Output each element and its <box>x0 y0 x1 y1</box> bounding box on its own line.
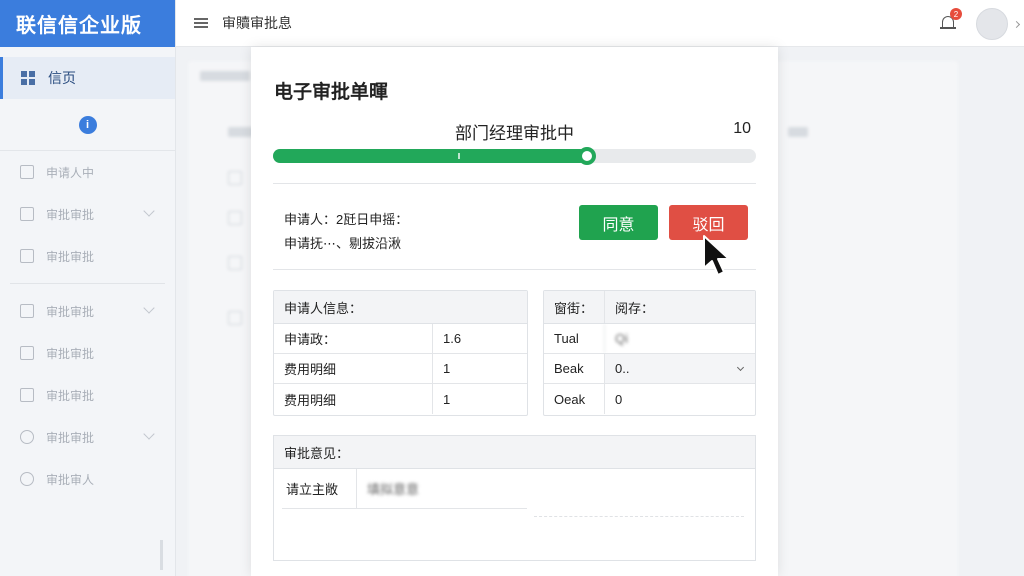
sidebar-item-1[interactable]: 申请人中 <box>0 151 175 193</box>
chevron-down-icon <box>143 205 155 217</box>
table-cell-value[interactable]: 1 <box>432 384 527 414</box>
table-cell-label: Tual <box>554 331 579 346</box>
applicant-line-1: 申请人：2瓩日申摇： <box>284 212 409 227</box>
sidebar-item-7[interactable]: 审批审批 <box>0 416 175 458</box>
table-header: 申请人信息： <box>274 291 527 324</box>
table-cell-label: 费用明细 <box>284 392 337 408</box>
sidebar-item-3[interactable]: 审批审批 <box>0 235 175 277</box>
table-cell-value[interactable]: 1 <box>432 354 527 383</box>
edit-icon <box>20 304 34 318</box>
approval-modal: 电子审批单暉 部门经理审批中 10 申请人：2瓩日申摇： 申请抚⋯、剔拔沿湫 同… <box>251 47 778 576</box>
sidebar-divider <box>10 283 165 284</box>
background-checkbox <box>228 211 242 225</box>
bell-icon[interactable]: 2 <box>940 8 962 32</box>
table-cell-label: 申请政： <box>284 332 337 347</box>
sidebar-item-label: 审批审人 <box>46 472 95 487</box>
approval-opinion-section: 审批意见： 请立主敞 填拟意意 <box>273 435 756 561</box>
avatar[interactable] <box>976 8 1008 40</box>
modal-title: 电子审批单暉 <box>274 82 389 103</box>
background-checkbox <box>228 311 242 325</box>
sidebar-item-label: 审批审批 <box>46 346 95 361</box>
background-line <box>200 71 250 81</box>
background-line <box>788 127 808 137</box>
sidebar-item-label: 申请人中 <box>46 165 95 180</box>
select-value: 0.. <box>615 361 630 376</box>
sidebar-item-2[interactable]: 审批审批 <box>0 193 175 235</box>
progress-fill <box>273 149 587 163</box>
table-cell-value[interactable]: 0 <box>604 384 755 414</box>
table-row: Tual Qi <box>544 324 755 354</box>
table-header-left: 窗街： <box>554 300 594 316</box>
sidebar-item-label: 审批审批 <box>46 430 95 445</box>
table-header-right: 阅存： <box>604 291 755 323</box>
opinion-header: 审批意见： <box>274 436 755 469</box>
table-cell-label: Beak <box>554 361 584 376</box>
menu-icon[interactable] <box>194 18 208 28</box>
sidebar-item-label: 审批审批 <box>46 249 95 264</box>
background-checkbox <box>228 256 242 270</box>
clock-icon <box>20 430 34 444</box>
step-count: 10 <box>733 120 751 137</box>
table-cell-value[interactable]: Qi <box>604 324 755 353</box>
table-row: 费用明细 1 <box>274 384 527 414</box>
progress-bar <box>273 147 756 165</box>
table-header: 窗街： 阅存： <box>544 291 755 324</box>
table-cell-label: Oeak <box>554 391 586 407</box>
calendar-icon <box>20 207 34 221</box>
grid-icon <box>21 71 35 85</box>
square-icon <box>20 346 34 360</box>
sidebar-item-home[interactable]: 信页 <box>0 57 175 99</box>
table-cell-label: 费用明细 <box>284 362 337 377</box>
table-row: Oeak 0 <box>544 384 755 414</box>
sidebar-item-label: 审批审批 <box>46 388 95 403</box>
background-checkbox <box>228 171 242 185</box>
sidebar-info: i <box>0 99 175 151</box>
applicant-line-2: 申请抚⋯、剔拔沿湫 <box>284 236 402 251</box>
mouse-cursor-icon <box>703 235 730 276</box>
divider <box>534 516 744 517</box>
user-icon <box>20 472 34 486</box>
chevron-down-icon <box>736 363 745 372</box>
chevron-down-icon <box>143 302 155 314</box>
table-row: Beak 0.. <box>544 354 755 384</box>
opinion-input[interactable]: 填拟意意 <box>357 469 527 508</box>
sidebar-item-5[interactable]: 审批审批 <box>0 332 175 374</box>
chevron-down-icon <box>143 428 155 440</box>
divider <box>273 183 756 184</box>
sidebar-item-label: 信页 <box>48 70 76 86</box>
applicant-info-table: 申请人信息： 申请政： 1.6 费用明细 1 费用明细 1 <box>273 290 528 416</box>
stage-label: 部门经理审批中 <box>455 124 574 143</box>
sidebar-item-label: 审批审批 <box>46 304 95 319</box>
table-cell-value[interactable]: 1.6 <box>432 324 527 353</box>
table-row: 费用明细 1 <box>274 354 527 384</box>
divider <box>273 269 756 270</box>
sidebar: 联信信企业版 信页 i 申请人中 审批审批 审批审批 审批审批 审批审批 审批审… <box>0 0 176 576</box>
progress-handle[interactable] <box>577 147 596 165</box>
top-bar: 审贖审批息 2 <box>176 0 1024 47</box>
notification-badge: 2 <box>950 8 962 20</box>
progress-tick <box>458 153 460 159</box>
document-icon <box>20 249 34 263</box>
square-icon <box>20 388 34 402</box>
sidebar-scrollbar[interactable] <box>160 540 163 570</box>
sidebar-item-6[interactable]: 审批审批 <box>0 374 175 416</box>
detail-table: 窗街： 阅存： Tual Qi Beak 0.. Oeak 0 <box>543 290 756 416</box>
opinion-label: 请立主敞 <box>282 469 357 508</box>
table-cell-select[interactable]: 0.. <box>604 354 755 383</box>
sidebar-item-8[interactable]: 审批审人 <box>0 458 175 500</box>
table-row: 申请政： 1.6 <box>274 324 527 354</box>
agree-button[interactable]: 同意 <box>579 205 658 240</box>
sidebar-item-label: 审批审批 <box>46 207 95 222</box>
chevron-down-icon[interactable] <box>1012 20 1021 29</box>
info-icon[interactable]: i <box>78 115 97 134</box>
sidebar-item-4[interactable]: 审批审批 <box>0 290 175 332</box>
brand-logo: 联信信企业版 <box>0 0 175 47</box>
opinion-row: 请立主敞 填拟意意 <box>282 469 527 509</box>
page-title: 审贖审批息 <box>222 15 292 31</box>
apps-icon <box>20 165 34 179</box>
